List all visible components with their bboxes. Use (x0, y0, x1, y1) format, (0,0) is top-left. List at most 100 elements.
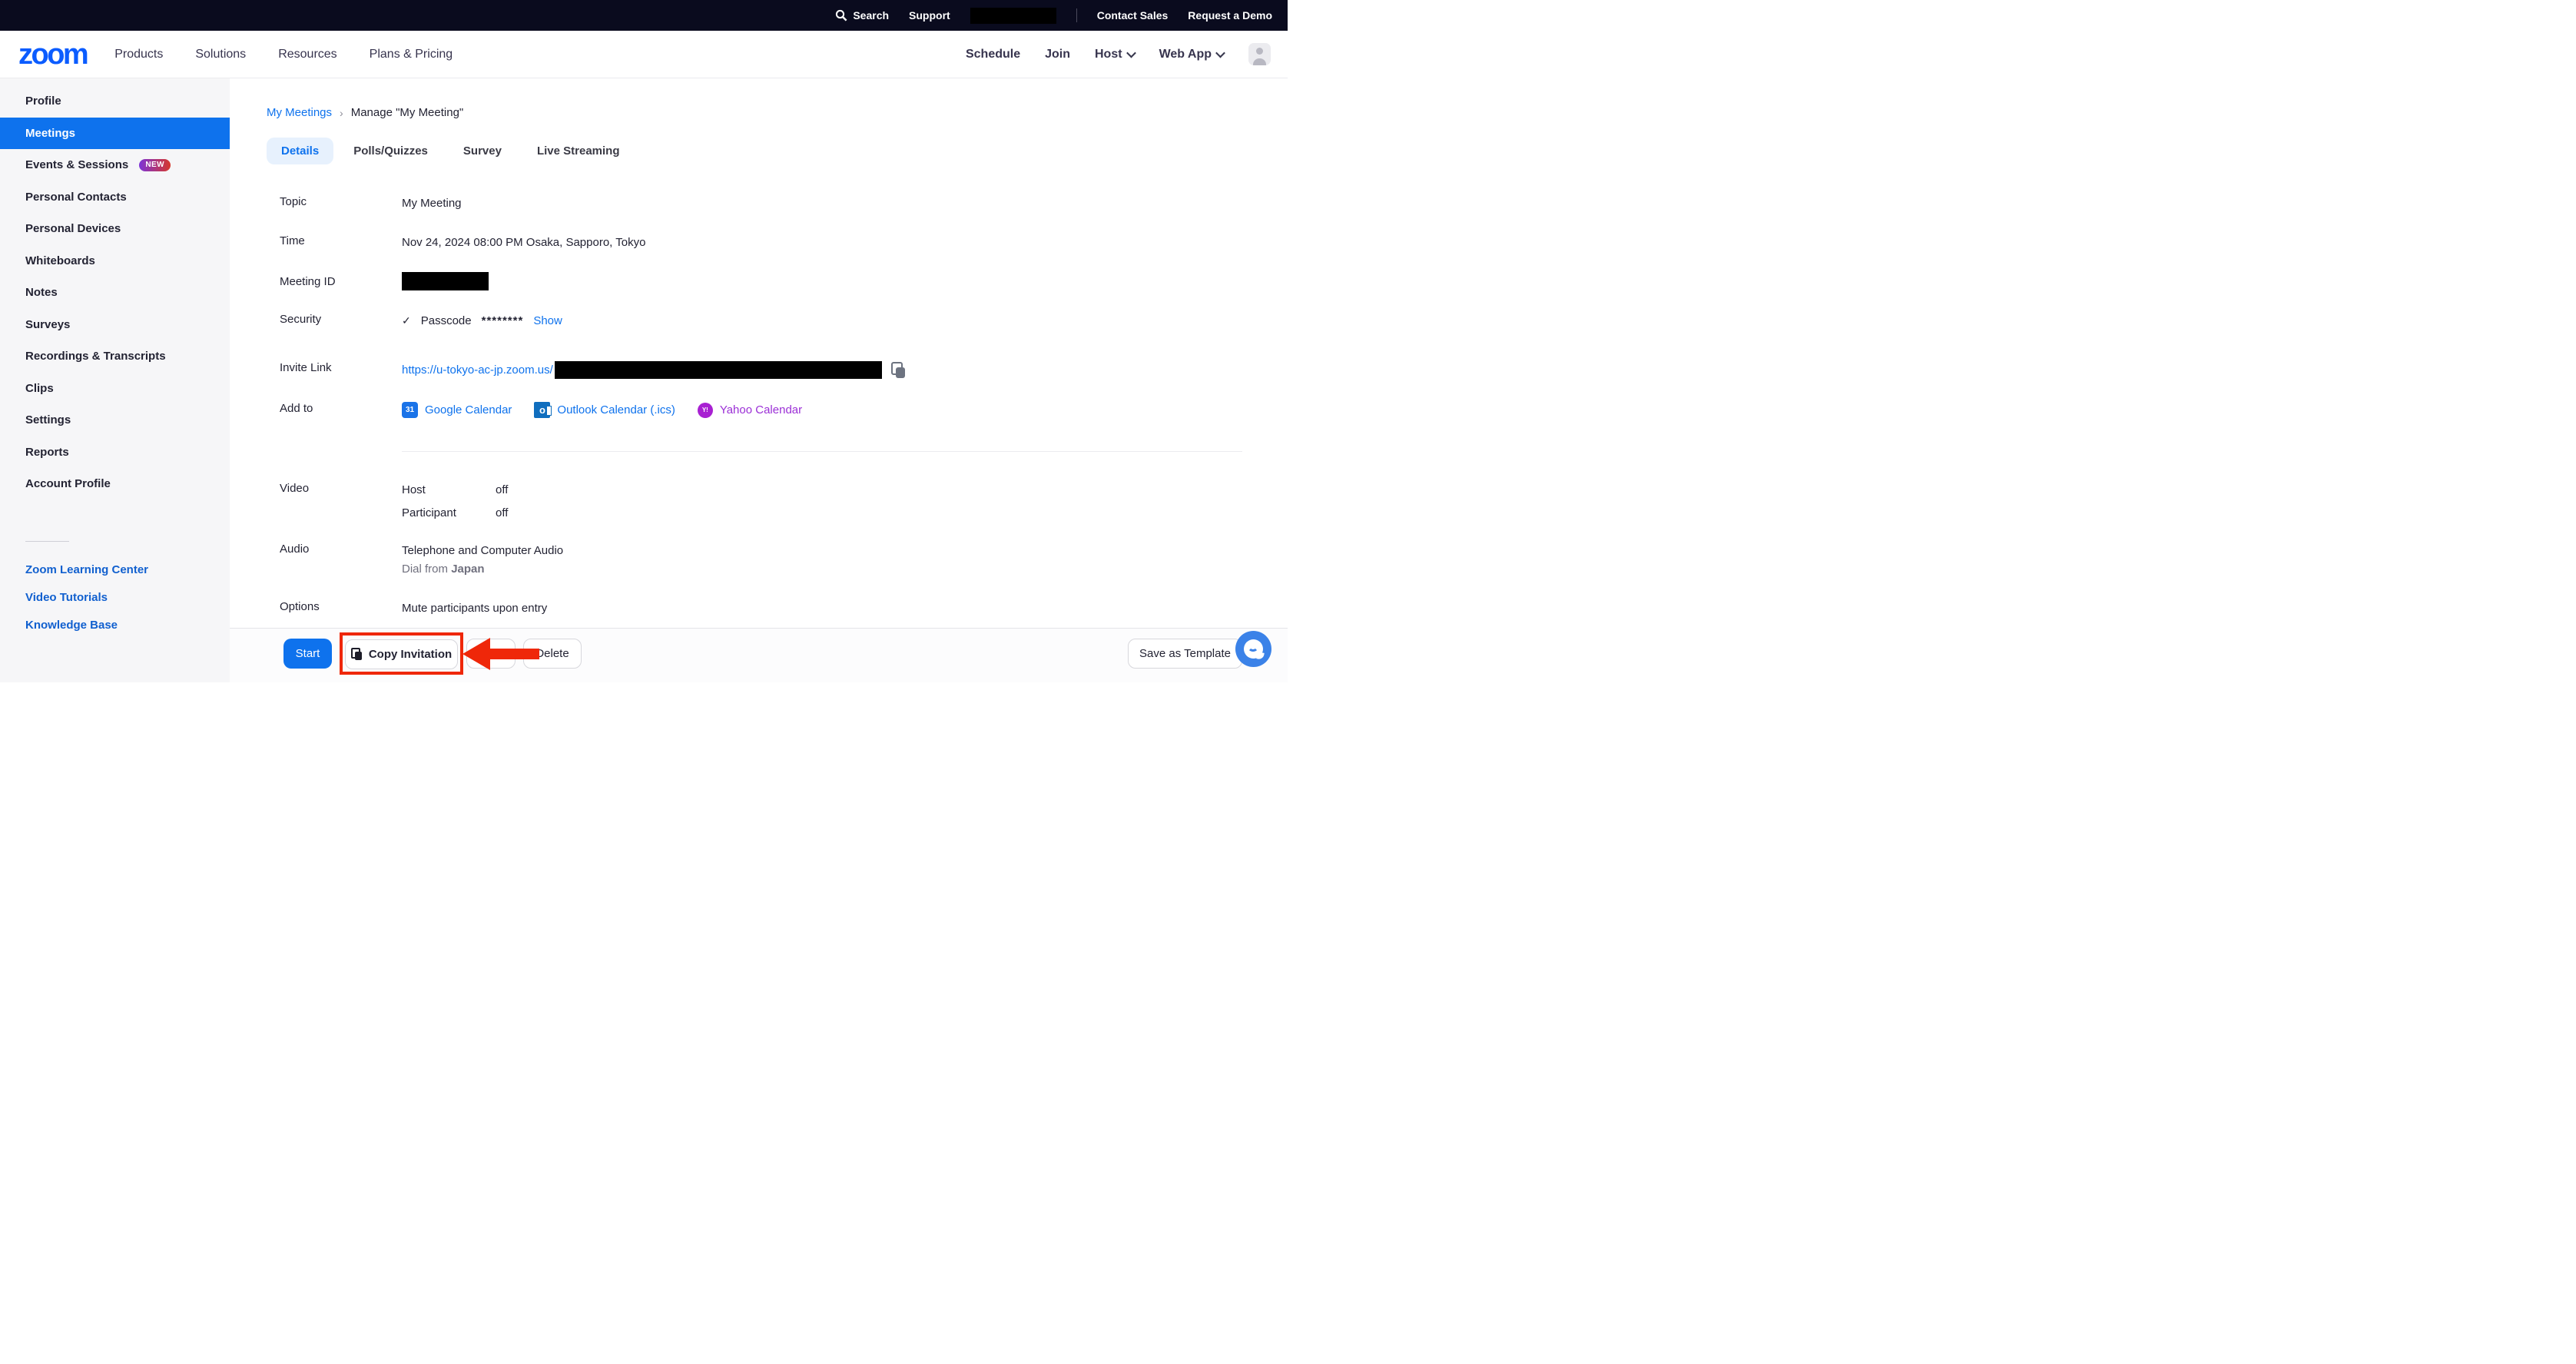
sidebar-item-events-sessions[interactable]: Events & Sessions NEW (0, 149, 230, 181)
web-app-menu[interactable]: Web App (1159, 48, 1224, 61)
audio-row: Audio Telephone and Computer Audio Dial … (267, 543, 1288, 577)
breadcrumb-my-meetings[interactable]: My Meetings (267, 106, 332, 119)
start-button[interactable]: Start (283, 639, 332, 669)
host-label: Host (402, 482, 496, 498)
copy-icon (351, 648, 363, 661)
header-actions: Schedule Join Host Web App (966, 43, 1288, 65)
primary-nav: Products Solutions Resources Plans & Pri… (114, 48, 453, 61)
topbar-divider (1076, 8, 1077, 22)
options-value: Mute participants upon entry (402, 600, 547, 616)
add-to-row: Add to 31 Google Calendar o Outlook Cale… (267, 402, 1288, 418)
edit-button[interactable]: Edit (466, 639, 516, 669)
avatar[interactable] (1248, 43, 1271, 65)
video-label: Video (267, 482, 402, 495)
time-value: Nov 24, 2024 08:00 PM Osaka, Sapporo, To… (402, 234, 645, 251)
copy-invitation-label: Copy Invitation (369, 648, 452, 661)
security-label: Security (267, 313, 402, 326)
avatar-person-icon (1253, 58, 1266, 65)
sidebar-item-label: Events & Sessions (25, 158, 128, 171)
topic-label: Topic (267, 195, 402, 208)
sidebar-item-notes[interactable]: Notes (0, 277, 230, 309)
show-passcode-link[interactable]: Show (533, 313, 562, 329)
action-footer: Start Copy Invitation Edit Delete Save a… (230, 628, 1288, 682)
sidebar-nav: Profile Meetings Events & Sessions NEW P… (0, 78, 230, 500)
section-divider (402, 451, 1242, 452)
breadcrumb-current: Manage "My Meeting" (351, 106, 464, 119)
web-app-label: Web App (1159, 48, 1212, 61)
google-calendar-link[interactable]: 31 Google Calendar (402, 402, 512, 418)
redacted-invite-url (555, 361, 882, 379)
topic-value: My Meeting (402, 195, 462, 211)
yahoo-calendar-link[interactable]: Y! Yahoo Calendar (698, 402, 802, 418)
topic-row: Topic My Meeting (267, 195, 1288, 211)
sidebar-item-settings[interactable]: Settings (0, 404, 230, 436)
tab-survey[interactable]: Survey (463, 138, 502, 164)
search-label: Search (853, 9, 889, 22)
sidebar-item-reports[interactable]: Reports (0, 436, 230, 469)
meeting-details: Topic My Meeting Time Nov 24, 2024 08:00… (267, 195, 1288, 616)
copy-link-icon[interactable] (891, 362, 906, 379)
participant-video-value: off (496, 505, 508, 521)
google-calendar-icon: 31 (402, 402, 418, 418)
breadcrumb: My Meetings › Manage "My Meeting" (267, 106, 1288, 119)
request-demo-link[interactable]: Request a Demo (1188, 9, 1272, 22)
sidebar-item-clips[interactable]: Clips (0, 373, 230, 405)
outlook-calendar-link[interactable]: o Outlook Calendar (.ics) (534, 402, 675, 418)
link-zoom-learning-center[interactable]: Zoom Learning Center (0, 556, 230, 584)
breadcrumb-separator-icon: › (340, 107, 343, 119)
invite-url[interactable]: https://u-tokyo-ac-jp.zoom.us/ (402, 362, 553, 378)
options-label: Options (267, 600, 402, 613)
sidebar-item-whiteboards[interactable]: Whiteboards (0, 245, 230, 277)
sidebar-item-meetings[interactable]: Meetings (0, 118, 230, 150)
host-label: Host (1095, 48, 1122, 61)
search-button[interactable]: Search (835, 9, 889, 22)
yahoo-calendar-label: Yahoo Calendar (720, 402, 802, 418)
link-knowledge-base[interactable]: Knowledge Base (0, 612, 230, 639)
redacted-account-name (970, 8, 1056, 24)
sidebar-item-account-profile[interactable]: Account Profile (0, 468, 230, 500)
nav-plans-pricing[interactable]: Plans & Pricing (370, 48, 453, 61)
nav-solutions[interactable]: Solutions (195, 48, 246, 61)
save-as-template-button[interactable]: Save as Template (1128, 639, 1242, 669)
sidebar-item-personal-contacts[interactable]: Personal Contacts (0, 181, 230, 214)
tab-live-streaming[interactable]: Live Streaming (537, 138, 620, 164)
sidebar: Profile Meetings Events & Sessions NEW P… (0, 78, 230, 682)
copy-invitation-button[interactable]: Copy Invitation (345, 639, 458, 669)
nav-products[interactable]: Products (114, 48, 163, 61)
zoom-logo[interactable]: zoom (18, 40, 87, 69)
dial-from-label: Dial from (402, 563, 448, 576)
support-link[interactable]: Support (909, 9, 950, 22)
zoom-web-portal: Search Support Contact Sales Request a D… (0, 0, 1288, 682)
sidebar-item-personal-devices[interactable]: Personal Devices (0, 213, 230, 245)
redacted-meeting-id (402, 272, 489, 290)
sidebar-help-links: Zoom Learning Center Video Tutorials Kno… (0, 556, 230, 639)
chat-bubble-icon (1244, 639, 1263, 659)
host-menu[interactable]: Host (1095, 48, 1135, 61)
host-video-value: off (496, 482, 508, 498)
meeting-id-label: Meeting ID (267, 272, 402, 288)
tab-details[interactable]: Details (267, 138, 333, 164)
contact-sales-link[interactable]: Contact Sales (1097, 9, 1169, 22)
chevron-down-icon (1215, 48, 1225, 58)
meeting-id-row: Meeting ID (267, 272, 1288, 290)
outlook-calendar-label: Outlook Calendar (.ics) (557, 402, 675, 418)
sidebar-item-surveys[interactable]: Surveys (0, 309, 230, 341)
sidebar-item-profile[interactable]: Profile (0, 85, 230, 118)
invite-link-row: Invite Link https://u-tokyo-ac-jp.zoom.u… (267, 361, 1288, 379)
schedule-link[interactable]: Schedule (966, 48, 1020, 61)
main-header: zoom Products Solutions Resources Plans … (0, 31, 1288, 78)
chat-support-button[interactable] (1235, 631, 1271, 667)
outlook-calendar-icon: o (534, 402, 550, 418)
delete-button[interactable]: Delete (523, 639, 582, 669)
security-row: Security ✓ Passcode ******** Show (267, 313, 1288, 329)
nav-resources[interactable]: Resources (278, 48, 337, 61)
chevron-down-icon (1126, 48, 1136, 58)
sidebar-divider (25, 541, 69, 542)
link-video-tutorials[interactable]: Video Tutorials (0, 584, 230, 612)
sidebar-item-recordings[interactable]: Recordings & Transcripts (0, 340, 230, 373)
time-row: Time Nov 24, 2024 08:00 PM Osaka, Sappor… (267, 234, 1288, 251)
join-link[interactable]: Join (1045, 48, 1070, 61)
dial-country: Japan (451, 563, 484, 576)
tab-polls-quizzes[interactable]: Polls/Quizzes (353, 138, 428, 164)
top-utility-bar: Search Support Contact Sales Request a D… (0, 0, 1288, 31)
